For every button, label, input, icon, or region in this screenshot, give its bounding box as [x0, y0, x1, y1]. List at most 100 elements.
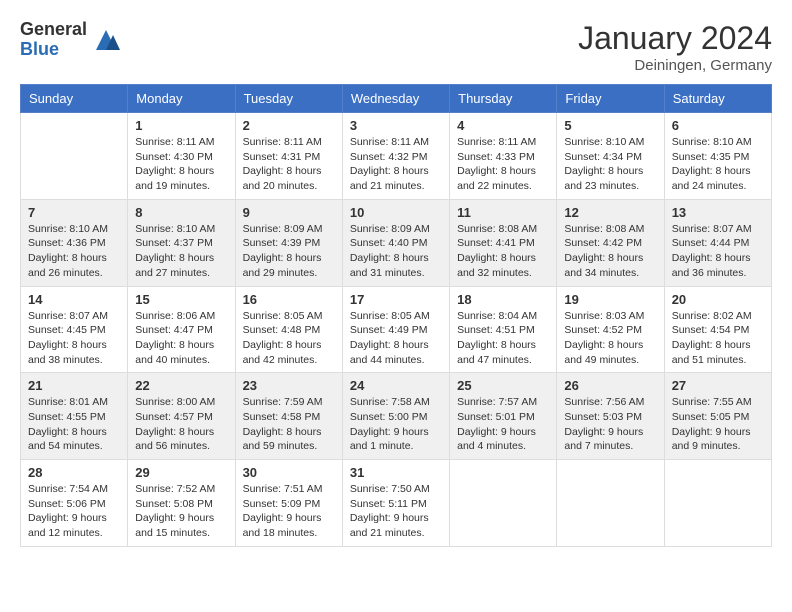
day-cell: 7 Sunrise: 8:10 AM Sunset: 4:36 PM Daylig…: [21, 199, 128, 286]
day-info: Sunrise: 8:07 AM Sunset: 4:44 PM Dayligh…: [672, 222, 764, 281]
day-cell: 9 Sunrise: 8:09 AM Sunset: 4:39 PM Daylig…: [235, 199, 342, 286]
weekday-header-tuesday: Tuesday: [235, 85, 342, 113]
day-cell: 20Sunrise: 8:02 AM Sunset: 4:54 PM Dayli…: [664, 286, 771, 373]
day-cell: 30Sunrise: 7:51 AM Sunset: 5:09 PM Dayli…: [235, 460, 342, 547]
day-number: 9: [243, 205, 335, 220]
day-cell: 24Sunrise: 7:58 AM Sunset: 5:00 PM Dayli…: [342, 373, 449, 460]
day-cell: [557, 460, 664, 547]
day-info: Sunrise: 8:01 AM Sunset: 4:55 PM Dayligh…: [28, 395, 120, 454]
day-info: Sunrise: 8:10 AM Sunset: 4:37 PM Dayligh…: [135, 222, 227, 281]
day-number: 31: [350, 465, 442, 480]
day-number: 19: [564, 292, 656, 307]
day-cell: 21 Sunrise: 8:01 AM Sunset: 4:55 PM Dayli…: [21, 373, 128, 460]
week-row-1: 1 Sunrise: 8:11 AM Sunset: 4:30 PM Daylig…: [21, 113, 772, 200]
day-number: 17: [350, 292, 442, 307]
day-cell: 2 Sunrise: 8:11 AM Sunset: 4:31 PM Daylig…: [235, 113, 342, 200]
day-number: 5: [564, 118, 656, 133]
day-number: 18: [457, 292, 549, 307]
day-info: Sunrise: 8:02 AM Sunset: 4:54 PM Dayligh…: [672, 309, 764, 368]
day-cell: 8 Sunrise: 8:10 AM Sunset: 4:37 PM Daylig…: [128, 199, 235, 286]
day-info: Sunrise: 7:52 AM Sunset: 5:08 PM Dayligh…: [135, 482, 227, 541]
day-cell: 19Sunrise: 8:03 AM Sunset: 4:52 PM Dayli…: [557, 286, 664, 373]
day-cell: 1 Sunrise: 8:11 AM Sunset: 4:30 PM Daylig…: [128, 113, 235, 200]
day-cell: 28Sunrise: 7:54 AM Sunset: 5:06 PM Dayli…: [21, 460, 128, 547]
day-cell: 17 Sunrise: 8:05 AM Sunset: 4:49 PM Dayli…: [342, 286, 449, 373]
day-info: Sunrise: 8:05 AM Sunset: 4:49 PM Dayligh…: [350, 309, 442, 368]
day-info: Sunrise: 8:11 AM Sunset: 4:33 PM Dayligh…: [457, 135, 549, 194]
day-cell: [21, 113, 128, 200]
day-number: 10: [350, 205, 442, 220]
day-number: 1: [135, 118, 227, 133]
logo-blue: Blue: [20, 40, 87, 60]
weekday-header-wednesday: Wednesday: [342, 85, 449, 113]
day-number: 27: [672, 378, 764, 393]
day-cell: 14 Sunrise: 8:07 AM Sunset: 4:45 PM Dayli…: [21, 286, 128, 373]
day-number: 12: [564, 205, 656, 220]
day-info: Sunrise: 8:11 AM Sunset: 4:32 PM Dayligh…: [350, 135, 442, 194]
day-info: Sunrise: 8:10 AM Sunset: 4:34 PM Dayligh…: [564, 135, 656, 194]
day-info: Sunrise: 7:50 AM Sunset: 5:11 PM Dayligh…: [350, 482, 442, 541]
weekday-header-monday: Monday: [128, 85, 235, 113]
day-info: Sunrise: 8:07 AM Sunset: 4:45 PM Dayligh…: [28, 309, 120, 368]
day-number: 4: [457, 118, 549, 133]
location: Deiningen, Germany: [578, 57, 772, 74]
month-title: January 2024: [578, 20, 772, 57]
day-number: 3: [350, 118, 442, 133]
weekday-header-thursday: Thursday: [450, 85, 557, 113]
day-info: Sunrise: 8:10 AM Sunset: 4:36 PM Dayligh…: [28, 222, 120, 281]
day-number: 15: [135, 292, 227, 307]
day-cell: 31 Sunrise: 7:50 AM Sunset: 5:11 PM Dayli…: [342, 460, 449, 547]
day-cell: 13 Sunrise: 8:07 AM Sunset: 4:44 PM Dayli…: [664, 199, 771, 286]
day-info: Sunrise: 7:57 AM Sunset: 5:01 PM Dayligh…: [457, 395, 549, 454]
day-cell: 27 Sunrise: 7:55 AM Sunset: 5:05 PM Dayli…: [664, 373, 771, 460]
day-info: Sunrise: 7:59 AM Sunset: 4:58 PM Dayligh…: [243, 395, 335, 454]
calendar-table: SundayMondayTuesdayWednesdayThursdayFrid…: [20, 84, 772, 547]
day-number: 25: [457, 378, 549, 393]
day-number: 14: [28, 292, 120, 307]
day-info: Sunrise: 8:11 AM Sunset: 4:30 PM Dayligh…: [135, 135, 227, 194]
weekday-header-friday: Friday: [557, 85, 664, 113]
day-info: Sunrise: 8:09 AM Sunset: 4:39 PM Dayligh…: [243, 222, 335, 281]
day-info: Sunrise: 8:11 AM Sunset: 4:31 PM Dayligh…: [243, 135, 335, 194]
logo-general: General: [20, 20, 87, 40]
day-info: Sunrise: 8:10 AM Sunset: 4:35 PM Dayligh…: [672, 135, 764, 194]
day-cell: 25 Sunrise: 7:57 AM Sunset: 5:01 PM Dayli…: [450, 373, 557, 460]
title-section: January 2024 Deiningen, Germany: [578, 20, 772, 74]
day-number: 7: [28, 205, 120, 220]
week-row-4: 21 Sunrise: 8:01 AM Sunset: 4:55 PM Dayli…: [21, 373, 772, 460]
day-number: 13: [672, 205, 764, 220]
weekday-header-row: SundayMondayTuesdayWednesdayThursdayFrid…: [21, 85, 772, 113]
day-number: 8: [135, 205, 227, 220]
day-number: 6: [672, 118, 764, 133]
page-header: General Blue January 2024 Deiningen, Ger…: [20, 20, 772, 74]
day-cell: 12Sunrise: 8:08 AM Sunset: 4:42 PM Dayli…: [557, 199, 664, 286]
day-info: Sunrise: 8:00 AM Sunset: 4:57 PM Dayligh…: [135, 395, 227, 454]
day-number: 22: [135, 378, 227, 393]
day-cell: [450, 460, 557, 547]
day-info: Sunrise: 8:09 AM Sunset: 4:40 PM Dayligh…: [350, 222, 442, 281]
day-info: Sunrise: 7:55 AM Sunset: 5:05 PM Dayligh…: [672, 395, 764, 454]
day-number: 2: [243, 118, 335, 133]
day-cell: 4 Sunrise: 8:11 AM Sunset: 4:33 PM Daylig…: [450, 113, 557, 200]
weekday-header-saturday: Saturday: [664, 85, 771, 113]
day-info: Sunrise: 7:54 AM Sunset: 5:06 PM Dayligh…: [28, 482, 120, 541]
day-cell: 10 Sunrise: 8:09 AM Sunset: 4:40 PM Dayli…: [342, 199, 449, 286]
week-row-5: 28Sunrise: 7:54 AM Sunset: 5:06 PM Dayli…: [21, 460, 772, 547]
day-number: 21: [28, 378, 120, 393]
day-info: Sunrise: 8:04 AM Sunset: 4:51 PM Dayligh…: [457, 309, 549, 368]
day-number: 26: [564, 378, 656, 393]
day-info: Sunrise: 8:08 AM Sunset: 4:41 PM Dayligh…: [457, 222, 549, 281]
weekday-header-sunday: Sunday: [21, 85, 128, 113]
week-row-3: 14 Sunrise: 8:07 AM Sunset: 4:45 PM Dayli…: [21, 286, 772, 373]
day-cell: [664, 460, 771, 547]
day-number: 11: [457, 205, 549, 220]
day-cell: 15 Sunrise: 8:06 AM Sunset: 4:47 PM Dayli…: [128, 286, 235, 373]
day-cell: 11 Sunrise: 8:08 AM Sunset: 4:41 PM Dayli…: [450, 199, 557, 286]
day-cell: 5 Sunrise: 8:10 AM Sunset: 4:34 PM Daylig…: [557, 113, 664, 200]
day-cell: 16Sunrise: 8:05 AM Sunset: 4:48 PM Dayli…: [235, 286, 342, 373]
day-cell: 18 Sunrise: 8:04 AM Sunset: 4:51 PM Dayli…: [450, 286, 557, 373]
day-info: Sunrise: 8:06 AM Sunset: 4:47 PM Dayligh…: [135, 309, 227, 368]
day-number: 23: [243, 378, 335, 393]
day-info: Sunrise: 7:58 AM Sunset: 5:00 PM Dayligh…: [350, 395, 442, 454]
logo-text: General Blue: [20, 20, 87, 60]
